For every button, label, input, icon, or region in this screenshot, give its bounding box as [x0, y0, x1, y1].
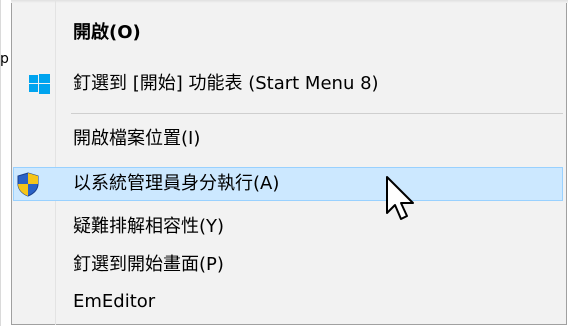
- background-text: p: [0, 51, 9, 67]
- arrow-cursor-icon: [384, 175, 418, 223]
- menu-item-label: 以系統管理員身分執行(A): [73, 173, 280, 194]
- menu-item-pin-start-menu[interactable]: 釘選到 [開始] 功能表 (Start Menu 8): [13, 67, 563, 101]
- menu-item-label: 開啟(O): [73, 22, 141, 43]
- menu-item-label: 釘選到開始畫面(P): [73, 254, 224, 275]
- uac-shield-icon: [15, 171, 39, 197]
- menu-separator: [71, 113, 563, 114]
- menu-item-label: 釘選到 [開始] 功能表 (Start Menu 8): [73, 73, 379, 94]
- menu-item-run-as-admin[interactable]: 以系統管理員身分執行(A): [13, 167, 563, 201]
- menu-item-label: 疑難排解相容性(Y): [73, 216, 225, 237]
- menu-item-open[interactable]: 開啟(O): [13, 16, 563, 50]
- menu-item-label: EmEditor: [73, 291, 156, 312]
- menu-item-label: 開啟檔案位置(I): [73, 128, 201, 149]
- background-window: p: [0, 0, 11, 326]
- menu-item-emeditor[interactable]: EmEditor: [13, 285, 563, 319]
- menu-top-edge: [11, 0, 568, 3]
- windows-logo-icon: [27, 72, 51, 96]
- window-edge: [0, 0, 1, 326]
- menu-item-open-file-location[interactable]: 開啟檔案位置(I): [13, 122, 563, 156]
- menu-item-troubleshoot-compatibility[interactable]: 疑難排解相容性(Y): [13, 210, 563, 244]
- menu-item-pin-start-screen[interactable]: 釘選到開始畫面(P): [13, 248, 563, 282]
